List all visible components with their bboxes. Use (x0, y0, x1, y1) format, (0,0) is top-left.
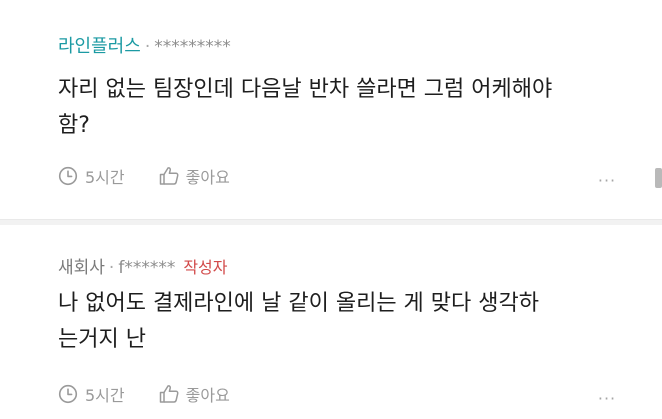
scrollbar-thumb[interactable] (655, 168, 662, 188)
meta-separator: · (144, 37, 151, 57)
like-label: 좋아요 (185, 386, 230, 405)
author-badge: 작성자 (183, 258, 228, 277)
comment-author[interactable]: 새회사 (58, 258, 105, 278)
comment-item: 새회사 · f****** 작성자 나 없어도 결제라인에 날 같이 올리는 게 맞다… (0, 225, 662, 419)
comment-actions: 5시간 좋아요 (58, 164, 230, 188)
comment-text: 자리 없는 팀장인데 다음날 반차 쓸라면 그럼 어케해야 함? (58, 77, 553, 138)
clock-icon (58, 166, 78, 186)
clock-icon (58, 384, 78, 404)
time-label: 5시간 (85, 386, 125, 405)
time-label: 5시간 (85, 168, 125, 187)
comment-actions: 5시간 좋아요 (58, 382, 230, 406)
thumbs-up-icon (158, 384, 180, 404)
like-label: 좋아요 (185, 168, 230, 187)
masked-user-id: ********* (154, 37, 231, 57)
like-button[interactable]: 좋아요 (158, 164, 230, 188)
comment-meta: 라인플러스 · ********* (58, 36, 231, 58)
comment-text: 나 없어도 결제라인에 날 같이 올리는 게 맞다 생각하 는거지 난 (58, 291, 539, 352)
masked-user-id: f****** (118, 258, 176, 278)
timestamp: 5시간 (58, 164, 125, 188)
more-dots-icon[interactable]: ··· (597, 168, 617, 192)
thumbs-up-icon (158, 166, 180, 186)
timestamp: 5시간 (58, 382, 125, 406)
comment-meta: 새회사 · f****** 작성자 (58, 258, 228, 278)
more-dots-icon[interactable]: ··· (597, 386, 617, 410)
meta-separator: · (108, 258, 115, 278)
comment-author[interactable]: 라인플러스 (58, 36, 141, 57)
comment-item: 라인플러스 · ********* 자리 없는 팀장인데 다음날 반차 쓸라면 그럼… (0, 0, 662, 219)
like-button[interactable]: 좋아요 (158, 382, 230, 406)
